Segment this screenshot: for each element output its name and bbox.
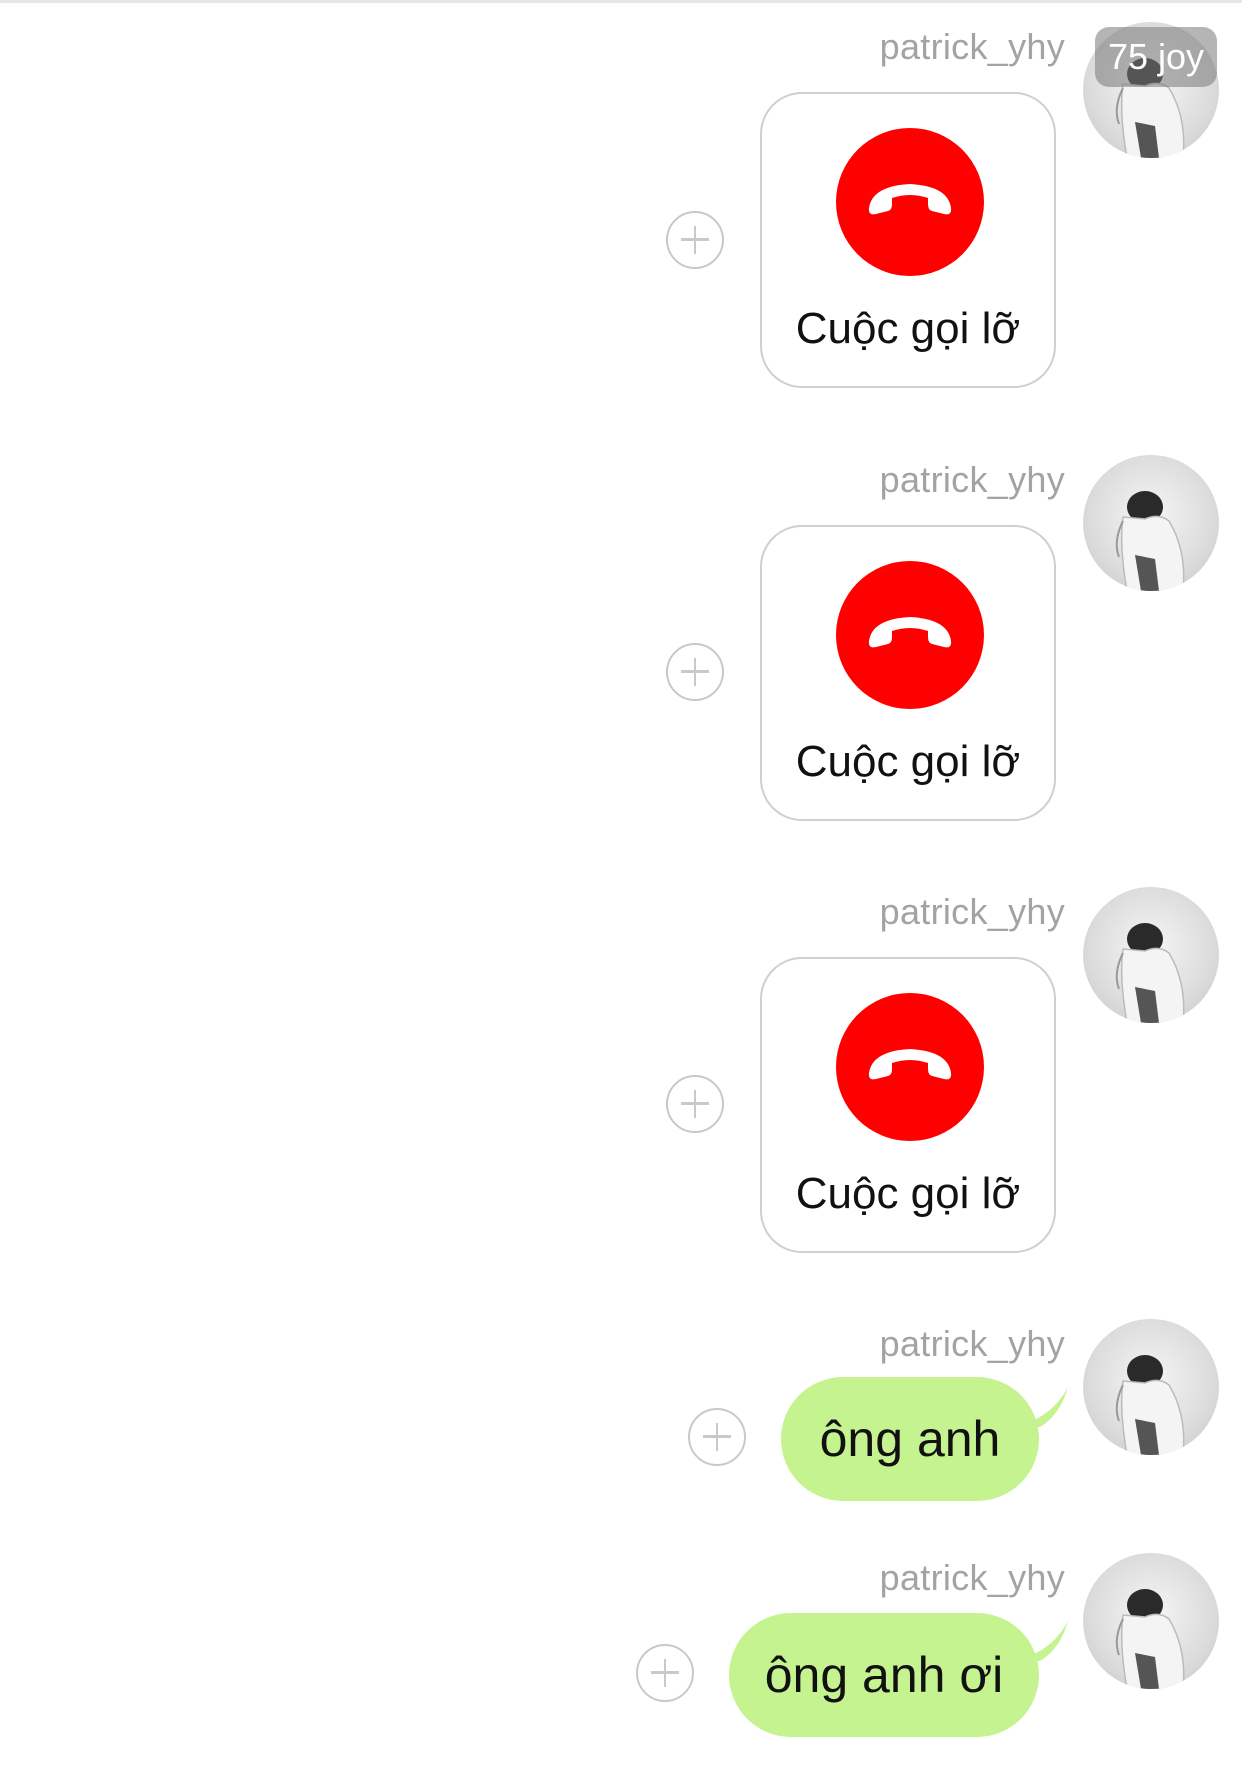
sender-name: patrick_yhy [879, 459, 1065, 500]
watermark-badge: 75 joy [1095, 27, 1217, 87]
call-status-label: Cuộc gọi lỡ [795, 304, 1021, 353]
sender-name: patrick_yhy [879, 1323, 1065, 1364]
message-bubble[interactable]: ông anh [781, 1377, 1039, 1501]
avatar[interactable] [1083, 455, 1219, 591]
sender-name: patrick_yhy [879, 1557, 1065, 1598]
sender-name: patrick_yhy [879, 26, 1065, 67]
avatar[interactable] [1083, 1319, 1219, 1455]
missed-call-card[interactable]: Cuộc gọi lỡ [760, 92, 1056, 388]
top-divider [0, 0, 1242, 3]
avatar[interactable] [1083, 887, 1219, 1023]
add-reaction-button[interactable] [666, 1075, 724, 1133]
phone-hangup-icon [836, 128, 984, 276]
avatar[interactable] [1083, 1553, 1219, 1689]
add-reaction-button[interactable] [666, 211, 724, 269]
phone-hangup-icon [836, 993, 984, 1141]
missed-call-card[interactable]: Cuộc gọi lỡ [760, 525, 1056, 821]
add-reaction-button[interactable] [688, 1408, 746, 1466]
phone-hangup-icon [836, 561, 984, 709]
call-status-label: Cuộc gọi lỡ [795, 737, 1021, 786]
missed-call-card[interactable]: Cuộc gọi lỡ [760, 957, 1056, 1253]
add-reaction-button[interactable] [666, 643, 724, 701]
message-bubble[interactable]: ông anh ơi [729, 1613, 1039, 1737]
sender-name: patrick_yhy [879, 891, 1065, 932]
add-reaction-button[interactable] [636, 1644, 694, 1702]
call-status-label: Cuộc gọi lỡ [795, 1169, 1021, 1218]
